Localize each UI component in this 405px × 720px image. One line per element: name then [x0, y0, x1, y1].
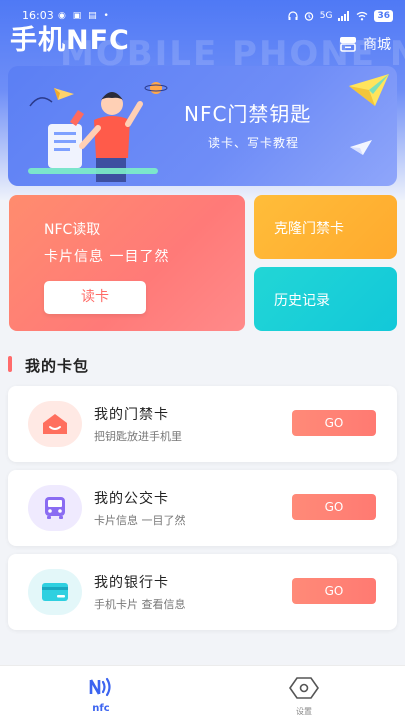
nav-tab-settings[interactable]: 设置 — [203, 666, 405, 720]
battery-icon: 36 — [374, 10, 393, 22]
headphones-icon — [288, 11, 298, 20]
section-accent-bar — [8, 356, 12, 372]
nfc-icon — [89, 677, 111, 697]
status-bar: 16:03 ◉ ▣ ▤ • 5G 36 — [0, 0, 405, 22]
store-button[interactable]: 商城 — [339, 34, 391, 54]
go-button[interactable]: GO — [292, 410, 376, 436]
status-right-group: 5G 36 — [288, 10, 393, 22]
alarm-icon — [304, 12, 313, 21]
clone-access-card-button[interactable]: 克隆门禁卡 — [254, 195, 397, 259]
network-type-label: 5G — [319, 11, 333, 21]
app-title: 手机NFC — [10, 25, 130, 56]
nav-label-settings: 设置 — [296, 707, 312, 716]
clone-card-label: 克隆门禁卡 — [274, 221, 344, 237]
nfc-read-card: NFC读取 卡片信息 一目了然 读卡 — [9, 195, 245, 331]
paper-plane-icon — [349, 74, 389, 106]
settings-hexagon-icon — [289, 677, 319, 699]
tutorial-banner[interactable]: NFC门禁钥匙 读卡、写卡教程 — [8, 66, 397, 186]
read-card-subtitle: 卡片信息 一目了然 — [44, 249, 170, 265]
bank-card-icon — [28, 569, 82, 615]
card-title: 我的门禁卡 — [94, 407, 169, 423]
nav-label-nfc: nfc — [92, 703, 110, 714]
card-title: 我的银行卡 — [94, 575, 169, 591]
access-card-item[interactable]: 我的门禁卡 把钥匙放进手机里 GO — [8, 386, 397, 462]
wallet-section-title: 我的卡包 — [25, 357, 90, 375]
small-paper-plane-icon — [350, 140, 372, 155]
signal-icon — [338, 11, 350, 21]
bus-card-item[interactable]: 我的公交卡 卡片信息 一目了然 GO — [8, 470, 397, 546]
card-subtitle: 把钥匙放进手机里 — [94, 430, 182, 443]
card-subtitle: 卡片信息 一目了然 — [94, 514, 186, 527]
bottom-navigation: nfc 设置 — [0, 665, 405, 720]
store-label: 商城 — [363, 37, 391, 53]
go-button[interactable]: GO — [292, 578, 376, 604]
card-subtitle: 手机卡片 查看信息 — [94, 598, 186, 611]
history-button[interactable]: 历史记录 — [254, 267, 397, 331]
read-card-title: NFC读取 — [44, 222, 101, 238]
banner-subtitle: 读卡、写卡教程 — [208, 136, 300, 150]
history-label: 历史记录 — [274, 293, 330, 309]
wifi-icon — [357, 11, 368, 21]
read-card-button[interactable]: 读卡 — [44, 281, 146, 314]
home-icon — [28, 401, 82, 447]
banner-title: NFC门禁钥匙 — [184, 102, 312, 126]
bus-icon — [28, 485, 82, 531]
person-illustration-icon — [28, 82, 168, 182]
bank-card-item[interactable]: 我的银行卡 手机卡片 查看信息 GO — [8, 554, 397, 630]
store-icon — [340, 37, 356, 52]
nav-tab-nfc[interactable]: nfc — [0, 666, 202, 720]
card-title: 我的公交卡 — [94, 491, 169, 507]
go-button[interactable]: GO — [292, 494, 376, 520]
